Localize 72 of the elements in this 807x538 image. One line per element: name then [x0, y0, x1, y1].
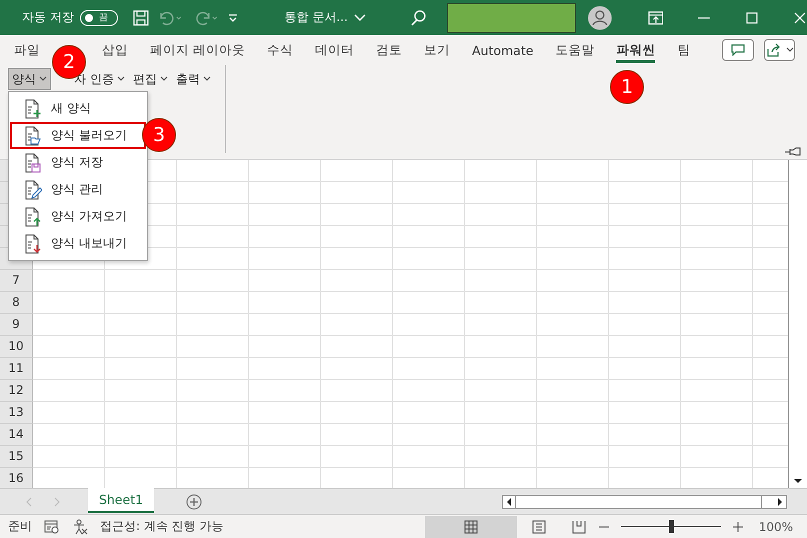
chevron-down-icon[interactable]	[354, 12, 366, 22]
macro-icon[interactable]	[44, 520, 60, 534]
caret-icon	[202, 76, 211, 82]
document-folder-icon	[24, 126, 42, 146]
sheet-tab[interactable]: Sheet1	[88, 488, 154, 513]
ribbon-tab[interactable]: 파일	[14, 37, 40, 63]
close-icon[interactable]	[793, 10, 807, 24]
menu-item[interactable]: 양식 저장	[10, 149, 146, 176]
caret-icon	[786, 47, 794, 53]
row-number[interactable]: 10	[0, 336, 33, 358]
ribbon-tab[interactable]: 데이터	[314, 37, 354, 63]
step-number-badge: 1	[610, 70, 644, 104]
ribbon-command[interactable]: 양식	[8, 68, 51, 90]
ribbon-command[interactable]: 출력	[172, 68, 215, 90]
zoom-slider-thumb[interactable]	[668, 520, 674, 533]
document-disk-icon	[24, 152, 42, 172]
ribbon-tab[interactable]: Automate	[472, 37, 534, 63]
row-number[interactable]: 15	[0, 446, 33, 468]
zoom-in-icon[interactable]	[732, 522, 743, 532]
menu-item[interactable]: 양식 불러오기	[10, 122, 146, 149]
ribbon-tab[interactable]: 파워씬	[616, 37, 656, 63]
row-number[interactable]: 7	[0, 270, 33, 292]
autosave-label: 자동 저장	[22, 9, 74, 26]
menu-item[interactable]: 양식 관리	[10, 176, 146, 203]
row-number[interactable]: 9	[0, 314, 33, 336]
normal-view-icon[interactable]	[424, 516, 517, 538]
search-icon[interactable]	[410, 8, 428, 26]
menu-item[interactable]: 양식 내보내기	[10, 230, 146, 257]
ribbon-tab[interactable]: 검토	[376, 37, 402, 63]
ribbon-tab[interactable]: 페이지 레이아웃	[150, 37, 245, 63]
customize-icon[interactable]	[226, 12, 238, 24]
caret-icon	[39, 76, 47, 82]
share-button[interactable]	[764, 39, 795, 61]
comments-button[interactable]	[722, 39, 754, 61]
document-up-arrow-icon	[24, 206, 42, 226]
ribbon-display-icon[interactable]	[648, 10, 664, 24]
share-icon	[766, 43, 782, 57]
horizontal-scrollbar[interactable]	[502, 494, 787, 508]
row-number[interactable]: 11	[0, 358, 33, 380]
maximize-icon[interactable]	[745, 10, 760, 24]
row-number[interactable]: 12	[0, 380, 33, 402]
document-title[interactable]: 통합 문서...	[284, 9, 348, 26]
comment-icon	[731, 44, 746, 56]
ribbon-tab[interactable]: 팀	[677, 37, 690, 63]
row-number[interactable]: 14	[0, 424, 33, 446]
page-layout-icon[interactable]	[530, 520, 547, 534]
autosave-toggle[interactable]: 끔	[80, 10, 118, 26]
ribbon-tab[interactable]: 수식	[266, 37, 293, 63]
search-box[interactable]	[447, 2, 576, 32]
ribbon-command[interactable]: 편집	[128, 68, 172, 90]
document-down-arrow-icon	[24, 234, 42, 254]
ribbon-tab[interactable]: 도움말	[555, 37, 594, 63]
caret-icon	[160, 76, 168, 82]
save-icon[interactable]	[132, 8, 150, 26]
document-plus-icon	[24, 98, 42, 118]
status-text: 준비	[8, 518, 32, 535]
row-number[interactable]: 8	[0, 292, 33, 314]
row-number[interactable]: 16	[0, 468, 33, 488]
avatar-icon[interactable]	[588, 6, 612, 30]
pin-icon[interactable]	[785, 147, 801, 157]
zoom-level[interactable]: 100%	[758, 520, 793, 534]
row-number[interactable]: 13	[0, 402, 33, 424]
ribbon-tab[interactable]: 삽입	[102, 37, 128, 63]
page-break-icon[interactable]	[570, 520, 587, 534]
accessibility-icon[interactable]	[72, 518, 88, 534]
document-pencil-icon	[24, 180, 42, 200]
menu-item[interactable]: 양식 가져오기	[10, 203, 146, 230]
add-sheet-icon[interactable]	[186, 494, 202, 510]
caret-icon	[116, 76, 125, 82]
step-number-badge: 3	[142, 118, 176, 152]
ribbon-tab[interactable]: 보기	[424, 37, 450, 63]
accessibility-status[interactable]: 접근성: 계속 진행 가능	[100, 518, 224, 535]
